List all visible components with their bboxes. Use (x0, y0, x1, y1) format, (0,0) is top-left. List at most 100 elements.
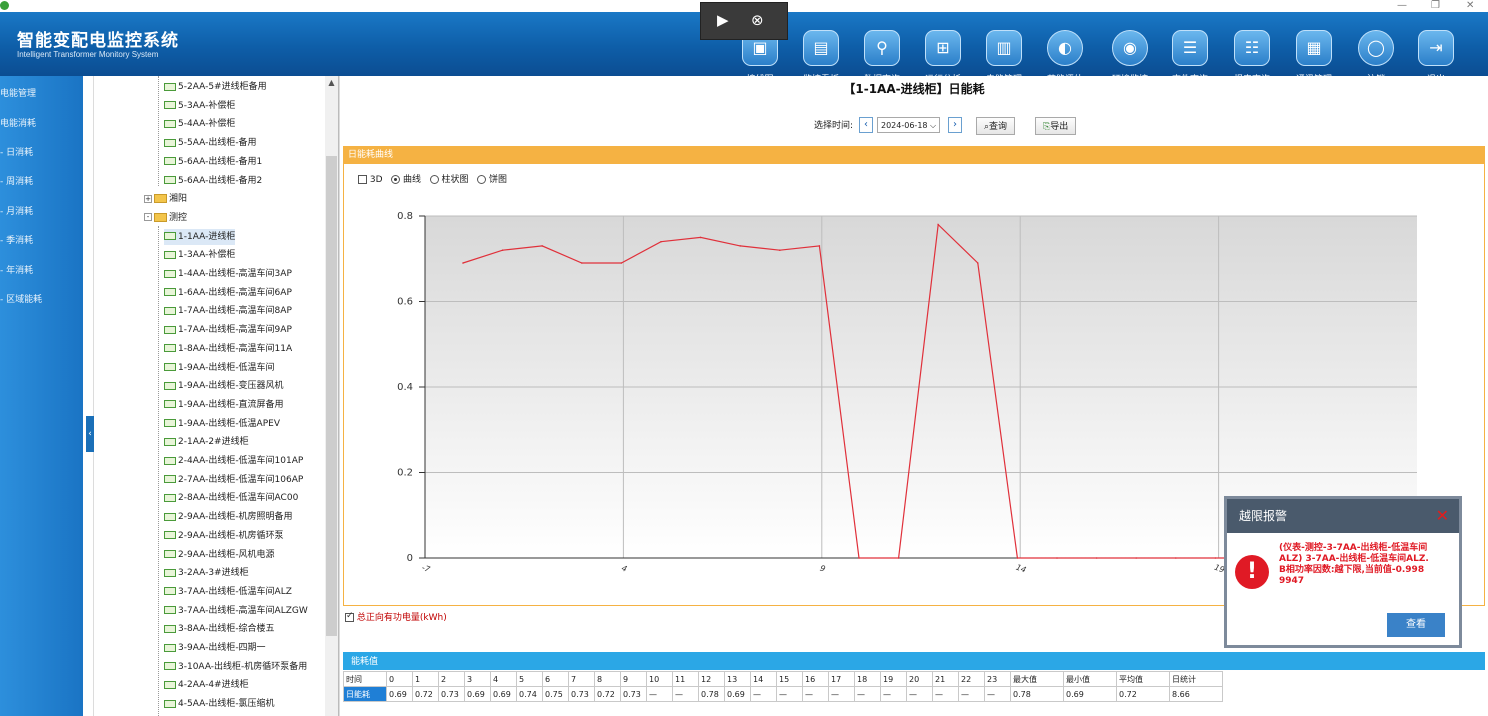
next-day-button[interactable]: › (948, 117, 962, 135)
option-bar[interactable]: 柱状图 (429, 175, 469, 185)
tree-item[interactable]: 2-4AA-出线柜-低温车间101AP (164, 453, 303, 469)
tree-item[interactable]: 5-2AA-5#进线柜备用 (164, 79, 267, 95)
tree-item[interactable]: 2-9AA-出线柜-机房照明备用 (164, 509, 293, 525)
collapse-handle[interactable]: ‹ (86, 416, 94, 452)
tree-item[interactable]: 2-9AA-出线柜-机房循环泵 (164, 528, 284, 544)
tree-item[interactable]: 4-5AA-出线柜-氯压缩机 (164, 696, 275, 712)
menu-item-energy-management[interactable]: 电能管理 (0, 86, 36, 99)
tree-item[interactable]: 5-6AA-出线柜-备用1 (164, 154, 262, 170)
tree-item[interactable]: 3-7AA-出线柜-低温车间ALZ (164, 584, 292, 600)
legend-label: 总正向有功电量(kWh) (356, 613, 447, 623)
tree-item[interactable]: 1-6AA-出线柜-高温车间6AP (164, 285, 292, 301)
app-subtitle: Intelligent Transformer Monitory System (17, 50, 159, 59)
tree-item-label: 5-2AA-5#进线柜备用 (178, 82, 267, 92)
exit-icon: ⇥ (1418, 30, 1454, 66)
meter-icon (164, 344, 176, 353)
tree-item[interactable]: 1-9AA-出线柜-直流屏备用 (164, 397, 284, 413)
collapse-icon[interactable]: - (144, 213, 152, 222)
data-point (977, 262, 979, 264)
tree-item[interactable]: 3-2AA-3#进线柜 (164, 565, 249, 581)
tree-item[interactable]: 1-7AA-出线柜-高温车间9AP (164, 322, 292, 338)
table-cell: 8.66 (1169, 686, 1223, 702)
expand-icon[interactable]: + (144, 194, 152, 203)
scroll-thumb[interactable] (326, 156, 337, 636)
tree-item[interactable]: 1-3AA-补偿柜 (164, 247, 235, 263)
tree-item[interactable]: 2-1AA-2#进线柜 (164, 434, 249, 450)
tree-item[interactable]: 2-9AA-出线柜-风机电源 (164, 547, 275, 563)
menu-item-daily[interactable]: - 日消耗 (0, 145, 33, 158)
tree-item-label: 5-6AA-出线柜-备用2 (178, 175, 263, 186)
tree-item[interactable]: 5-4AA-补偿柜 (164, 116, 235, 132)
tree-item[interactable]: 5-5AA-出线柜-备用 (164, 135, 257, 151)
tree-item-label: 1-9AA-出线柜-变压器风机 (178, 381, 284, 392)
tree-item[interactable]: 3-10AA-出线柜-机房循环泵备用 (164, 659, 307, 675)
close-button[interactable]: ✕ (1466, 0, 1474, 12)
menu-item-yearly[interactable]: - 年消耗 (0, 263, 33, 276)
alarm-view-button[interactable]: 查看 (1387, 613, 1445, 637)
table-cell: — (880, 686, 907, 702)
close-circle-icon[interactable]: ⊗ (751, 11, 764, 29)
column-header: 最大值 (1010, 671, 1064, 687)
menu-item-energy-consumption[interactable]: 电能消耗 (0, 116, 36, 129)
tree-item[interactable]: 1-9AA-出线柜-低温车间 (164, 360, 275, 376)
option-pie[interactable]: 饼图 (477, 175, 507, 185)
column-header: 12 (698, 671, 725, 687)
tree-item[interactable]: 1-7AA-出线柜-高温车间8AP (164, 303, 292, 319)
tree-scrollbar[interactable]: ▲ (325, 76, 338, 716)
menu-item-area[interactable]: - 区域能耗 (0, 292, 42, 305)
menu-divider (83, 76, 93, 716)
prev-day-button[interactable]: ‹ (859, 117, 873, 135)
tree-item[interactable]: 1-1AA-进线柜 (164, 228, 236, 245)
tree-item[interactable]: 1-9AA-出线柜-变压器风机 (164, 378, 284, 394)
tree-item[interactable]: 1-8AA-出线柜-高温车间11A (164, 341, 292, 357)
table-cell: — (646, 686, 673, 702)
table-cell: 0.73 (438, 686, 465, 702)
tree-item[interactable]: 1-4AA-出线柜-高温车间3AP (164, 266, 292, 282)
tree-item-label: 5-4AA-补偿柜 (178, 119, 236, 130)
column-header: 14 (750, 671, 777, 687)
error-icon: ! (1235, 555, 1269, 589)
tree-folder[interactable]: + 湘阳 (144, 191, 187, 207)
tree-item[interactable]: 2-8AA-出线柜-低温车间AC00 (164, 490, 298, 506)
cast-icon[interactable]: ▶ (717, 11, 729, 29)
column-header: 最小值 (1063, 671, 1117, 687)
tree-item[interactable]: 1-9AA-出线柜-低温APEV (164, 416, 280, 432)
tree-item-label: 1-8AA-出线柜-高温车间11A (178, 343, 293, 354)
menu-item-quarterly[interactable]: - 季消耗 (0, 233, 33, 246)
restore-button[interactable]: ❐ (1431, 0, 1440, 12)
minimize-button[interactable]: — (1397, 0, 1407, 12)
alarm-message: (仪表-测控-3-7AA-出线柜-低温车间ALZ) 3-7AA-出线柜-低温车间… (1279, 543, 1429, 586)
comm-icon: ▦ (1296, 30, 1332, 66)
tree-folder[interactable]: - 测控 (144, 210, 187, 226)
tree-item[interactable]: 5-6AA-出线柜-备用2 (164, 173, 262, 189)
scroll-up-icon[interactable]: ▲ (325, 78, 338, 87)
app-icon (0, 1, 9, 10)
option-line[interactable]: 曲线 (391, 175, 421, 185)
meter-icon (164, 381, 176, 390)
data-point (541, 245, 543, 247)
tree-item[interactable]: 2-7AA-出线柜-低温车间106AP (164, 472, 303, 488)
table-cell: 0.69 (386, 686, 413, 702)
menu-item-weekly[interactable]: - 周消耗 (0, 174, 33, 187)
option-3d[interactable]: 3D (358, 175, 383, 185)
table-cell: 0.69 (1063, 686, 1117, 702)
tree-item[interactable]: 3-7AA-出线柜-高温车间ALZGW (164, 603, 308, 619)
query-button[interactable]: ⌕查询 (976, 117, 1016, 135)
series-legend[interactable]: ✓ 总正向有功电量(kWh) (345, 610, 447, 623)
date-select[interactable]: 2024-06-18 ⌵ (877, 117, 941, 135)
tree-item[interactable]: 5-3AA-补偿柜 (164, 98, 235, 114)
tree-item-label: 1-9AA-出线柜-直流屏备用 (178, 399, 284, 410)
column-header: 10 (646, 671, 673, 687)
tree-item[interactable]: 4-2AA-4#进线柜 (164, 677, 249, 693)
chevron-down-icon: ⌵ (930, 121, 937, 130)
tree-item-label: 测控 (169, 212, 188, 223)
table-cell: — (932, 686, 959, 702)
alarm-close-icon[interactable]: ✕ (1436, 499, 1449, 533)
tree-item-label: 4-2AA-4#进线柜 (178, 680, 249, 691)
column-header: 4 (490, 671, 517, 687)
tree-item-label: 2-8AA-出线柜-低温车间AC00 (178, 493, 299, 504)
tree-item[interactable]: 3-9AA-出线柜-四期一 (164, 640, 266, 656)
export-button[interactable]: ⎘导出 (1035, 117, 1077, 135)
menu-item-monthly[interactable]: - 月消耗 (0, 204, 33, 217)
tree-item[interactable]: 3-8AA-出线柜-综合楼五 (164, 621, 275, 637)
